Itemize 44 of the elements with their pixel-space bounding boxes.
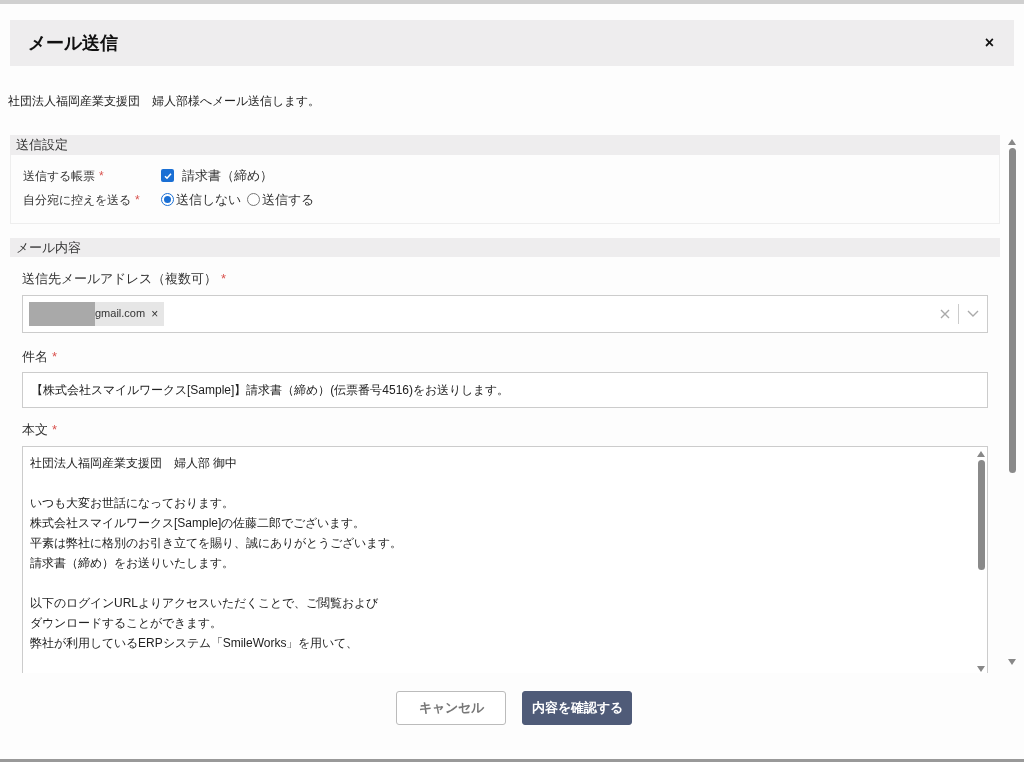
section-header: メール内容 bbox=[10, 237, 1000, 257]
section-header: 送信設定 bbox=[10, 135, 1000, 155]
scroll-down-icon[interactable] bbox=[1008, 659, 1016, 665]
radio-button[interactable] bbox=[161, 193, 174, 206]
remove-chip-button[interactable]: × bbox=[151, 304, 159, 323]
email-text: gmail.com bbox=[95, 306, 146, 322]
radio-label: 送信する bbox=[262, 190, 314, 209]
required-mark: * bbox=[135, 191, 140, 209]
clear-icon[interactable] bbox=[940, 308, 950, 319]
radio-button[interactable] bbox=[247, 193, 260, 206]
scrollbar-thumb[interactable] bbox=[977, 459, 985, 570]
field-label: 送信する帳票 bbox=[23, 167, 95, 185]
body-text-line: 弊社が利用しているERPシステム「SmileWorks」を用いて、 bbox=[30, 634, 360, 652]
required-mark: * bbox=[221, 270, 227, 288]
body-text-line: 平素は弊社に格別のお引き立てを賜り、誠にありがとうございます。 bbox=[30, 534, 403, 552]
scrollbar-thumb[interactable] bbox=[1008, 148, 1016, 473]
field-label: 送信先メールアドレス（複数可） bbox=[22, 270, 217, 288]
field-label: 自分宛に控えを送る bbox=[23, 191, 131, 209]
body-text-line: 社団法人福岡産業支援団 婦人部 御中 bbox=[30, 454, 239, 472]
body-text-line: いつも大変お世話になっております。 bbox=[30, 494, 235, 512]
required-mark: * bbox=[99, 167, 104, 185]
field-label: 件名 bbox=[22, 347, 48, 366]
confirm-button[interactable]: 内容を確認する bbox=[522, 691, 632, 725]
cancel-button[interactable]: キャンセル bbox=[396, 691, 506, 725]
body-text-line: 株式会社スマイルワークス[Sample]の佐藤二郎でございます。 bbox=[30, 514, 367, 532]
body-textarea[interactable] bbox=[22, 445, 988, 673]
body-text-line: ダウンロードすることができます。 bbox=[30, 614, 223, 632]
required-mark: * bbox=[52, 347, 58, 366]
body-text-line: 請求書（締め）をお送りいたします。 bbox=[30, 554, 235, 572]
chevron-down-icon[interactable] bbox=[967, 309, 979, 318]
scroll-up-icon[interactable] bbox=[977, 450, 985, 457]
recipient-select[interactable]: gmail.com × bbox=[22, 294, 988, 333]
scroll-down-icon[interactable] bbox=[977, 665, 985, 672]
field-label: 本文 bbox=[22, 421, 48, 439]
required-mark: * bbox=[52, 421, 58, 439]
radio-label: 送信しない bbox=[176, 190, 241, 209]
dialog-title: メール送信 bbox=[28, 31, 118, 55]
body-text-line: 以下のログインURLよりアクセスいただくことで、ご閲覧および bbox=[30, 594, 379, 612]
scroll-up-icon[interactable] bbox=[1008, 139, 1016, 145]
checkbox[interactable] bbox=[161, 169, 174, 182]
checkbox-label: 請求書（締め） bbox=[182, 166, 273, 185]
close-button[interactable]: × bbox=[982, 31, 996, 55]
intro-text: 社団法人福岡産業支援団 婦人部様へメール送信します。 bbox=[8, 94, 320, 108]
subject-field[interactable]: 【株式会社スマイルワークス[Sample]】請求書（締め）(伝票番号4516)をお送りします。 bbox=[22, 372, 988, 408]
